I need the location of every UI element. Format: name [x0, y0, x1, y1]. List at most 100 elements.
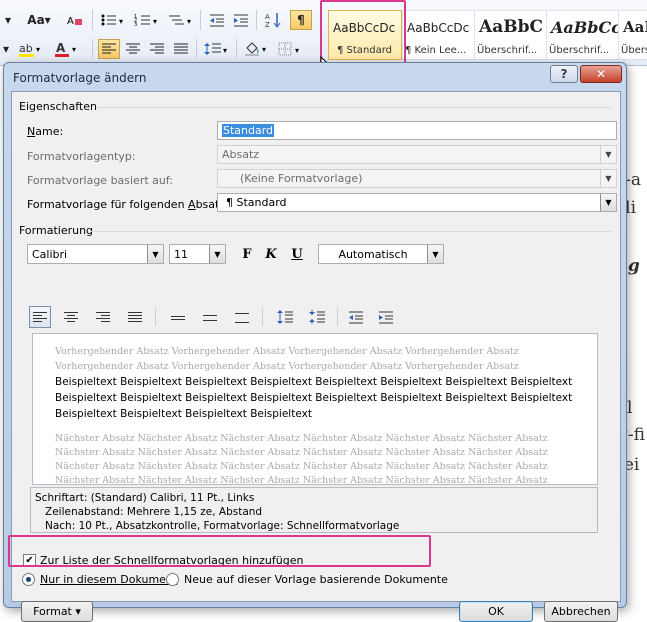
based-on-select[interactable]: (Keine Formatvorlage) ▼	[217, 169, 617, 188]
align-right-button[interactable]	[146, 39, 168, 59]
chevron-down-icon: ▼	[209, 245, 225, 263]
ok-button[interactable]: OK	[459, 601, 533, 622]
show-formatting-marks-button[interactable]: ¶	[290, 10, 312, 30]
ribbon-separator	[196, 39, 197, 59]
style-standard[interactable]: AaBbCcDc ¶ Standard	[328, 10, 402, 60]
dialog-title: Formatvorlage ändern	[13, 71, 147, 85]
radio-new-documents[interactable]	[166, 573, 179, 586]
spacing-decrease-icon	[309, 310, 325, 324]
align-center-button[interactable]	[60, 306, 82, 328]
toolbar-separator	[262, 308, 263, 326]
justify-button[interactable]	[124, 306, 146, 328]
svg-text:▾: ▾	[119, 17, 123, 26]
svg-text:▾: ▾	[187, 17, 191, 26]
font-color-button[interactable]: A ▾	[52, 39, 82, 59]
svg-text:Z: Z	[265, 21, 270, 28]
font-name-select[interactable]: Calibri ▼	[27, 244, 164, 264]
svg-text:▾: ▾	[153, 17, 157, 26]
single-spacing-icon	[171, 312, 185, 323]
next-paragraph-select[interactable]: ¶ Standard ▼	[217, 193, 617, 212]
multilevel-list-button[interactable]: ▾	[166, 10, 196, 30]
decrease-paragraph-spacing-button[interactable]	[306, 306, 328, 328]
description-line: Nach: 10 Pt., Absatzkontrolle, Formatvor…	[45, 520, 400, 532]
align-left-button[interactable]	[29, 306, 51, 328]
align-left-button[interactable]	[98, 39, 120, 59]
decrease-indent-button[interactable]	[345, 306, 367, 328]
svg-text:▾: ▾	[36, 45, 40, 54]
chevron-down-icon[interactable]: ▾	[0, 10, 16, 30]
help-icon: ?	[560, 67, 568, 81]
checkmark-icon: ✔	[25, 555, 34, 566]
one-half-spacing-button[interactable]	[199, 306, 221, 328]
sort-az-icon: AZ	[265, 13, 281, 28]
spacing-increase-icon	[277, 310, 293, 324]
svg-text:3: 3	[134, 22, 137, 27]
based-on-label: Formatvorlage basiert auf:	[27, 174, 174, 187]
dialog-body: Eigenschaften Name: Standard Formatvorla…	[11, 91, 621, 622]
justify-button[interactable]	[170, 39, 192, 59]
chevron-down-icon: ▼	[600, 194, 616, 211]
highlight-color-button[interactable]: ab ▾	[16, 39, 46, 59]
sort-button[interactable]: AZ	[262, 10, 284, 30]
style-ueberschrift-1[interactable]: AaBbC Überschrif...	[474, 10, 548, 60]
increase-indent-button[interactable]	[375, 306, 397, 328]
numbered-list-button[interactable]: 1 2 3 ▾	[132, 10, 162, 30]
increase-indent-button[interactable]	[230, 10, 252, 30]
align-left-icon	[102, 43, 116, 54]
align-right-icon	[96, 311, 110, 323]
style-kein-leerraum[interactable]: AaBbCcDc ¶ Kein Lee...	[402, 10, 476, 60]
numbered-list-icon: 123 ▾	[134, 14, 157, 27]
format-menu-button[interactable]: Format ▾	[21, 601, 93, 622]
font-color-icon: A ▾	[55, 41, 76, 57]
preview-previous-paragraph: Vorhergehender Absatz Vorhergehender Abs…	[55, 346, 519, 372]
close-icon: ✕	[595, 67, 607, 81]
chevron-down-icon: ▼	[600, 146, 616, 163]
decrease-indent-icon	[349, 311, 363, 324]
close-button[interactable]: ✕	[580, 65, 622, 83]
increase-paragraph-spacing-button[interactable]	[274, 306, 296, 328]
shading-button[interactable]: ▾	[242, 39, 272, 59]
help-button[interactable]: ?	[550, 65, 578, 83]
decrease-indent-button[interactable]	[206, 10, 228, 30]
bullet-list-button[interactable]: ▾	[98, 10, 128, 30]
font-size-select[interactable]: 11 ▼	[169, 244, 226, 264]
align-right-button[interactable]	[92, 306, 114, 328]
bold-button[interactable]: F	[237, 244, 257, 264]
ribbon-separator	[200, 10, 201, 30]
section-formatting-heading: Formatierung	[19, 224, 94, 237]
preview-next-paragraph: Nächster Absatz Nächster Absatz Nächster…	[55, 433, 548, 484]
line-spacing-button[interactable]: ▾	[202, 39, 232, 59]
style-ueberschrift-3[interactable]: AaB Übers	[618, 10, 647, 60]
name-input[interactable]: Standard	[217, 121, 617, 140]
underline-button[interactable]: U	[287, 244, 307, 264]
justify-icon	[174, 43, 188, 54]
quick-style-list-checkbox[interactable]: ✔	[23, 554, 36, 567]
chevron-down-icon: ▼	[600, 170, 616, 187]
align-center-button[interactable]	[122, 39, 144, 59]
align-center-icon	[126, 43, 140, 54]
next-paragraph-label: Formatvorlage für folgenden Absatz:	[27, 198, 229, 211]
italic-button[interactable]: K	[261, 244, 281, 264]
preview-sample-text: Beispieltext Beispieltext Beispieltext B…	[55, 376, 573, 420]
highlighter-icon: ab ▾	[19, 42, 40, 57]
change-case-button[interactable]: Aa ▾	[24, 10, 54, 30]
paint-bucket-icon: ▾	[245, 42, 266, 56]
chevron-down-icon[interactable]: ▾	[0, 39, 12, 59]
font-color-select[interactable]: Automatisch ▼	[318, 244, 444, 264]
eraser-icon: A	[67, 16, 82, 27]
style-ueberschrift-2[interactable]: AaBbCc Überschrif...	[546, 10, 620, 60]
single-spacing-button[interactable]	[167, 306, 189, 328]
double-spacing-button[interactable]	[231, 306, 253, 328]
radio-this-document[interactable]	[22, 573, 35, 586]
borders-button[interactable]: ▾	[276, 39, 306, 59]
svg-text:▾: ▾	[223, 46, 227, 55]
group-divider	[90, 231, 612, 232]
svg-text:▾: ▾	[72, 45, 76, 54]
ribbon-separator	[236, 39, 237, 59]
clear-format-icon[interactable]: A	[64, 10, 86, 30]
style-type-select[interactable]: Absatz ▼	[217, 145, 617, 164]
style-type-label: Formatvorlagentyp:	[27, 150, 136, 163]
cancel-button[interactable]: Abbrechen	[544, 601, 618, 622]
borders-icon: ▾	[278, 42, 299, 56]
style-description: Schriftart: (Standard) Calibri, 11 Pt., …	[30, 487, 598, 533]
